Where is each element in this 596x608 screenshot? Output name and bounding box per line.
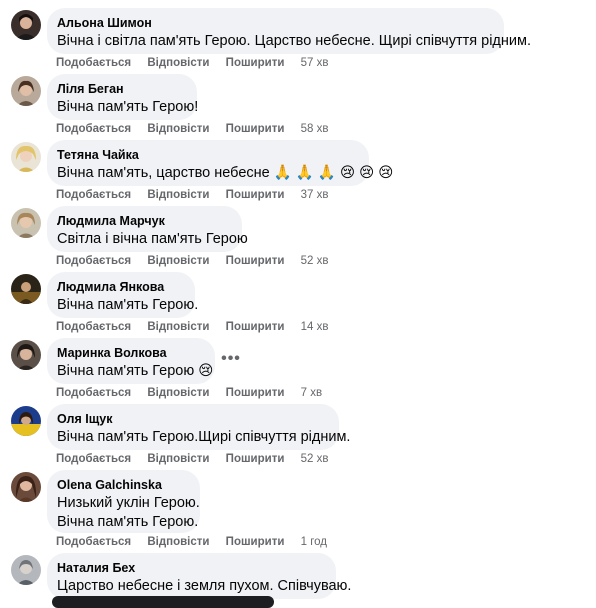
comment-author[interactable]: Людмила Марчук — [57, 213, 231, 229]
comment-bubble: Наталия Бех Царство небесне і земля пухо… — [47, 553, 352, 599]
avatar-gray-icon — [11, 555, 41, 585]
avatar-dark-hair-icon — [11, 10, 41, 40]
reply-button[interactable]: Відповісти — [147, 535, 209, 549]
avatar[interactable] — [11, 76, 41, 106]
like-button[interactable]: Подобається — [56, 320, 131, 334]
comment-timestamp[interactable]: 1 год — [301, 535, 327, 549]
reply-button[interactable]: Відповісти — [147, 452, 209, 466]
comment-text: Вічна пам'ять Герою! — [57, 99, 199, 115]
comment-author[interactable]: Ліля Беган — [57, 81, 186, 97]
comment-bubble: Людмила Марчук Світла і вічна пам'ять Ге… — [47, 206, 248, 252]
reply-button[interactable]: Відповісти — [147, 188, 209, 202]
like-button[interactable]: Подобається — [56, 254, 131, 268]
share-button[interactable]: Поширити — [226, 56, 285, 70]
comment-actions: Подобається Відповісти Поширити 57 хв — [56, 56, 328, 70]
comment-author[interactable]: Тетяна Чайка — [57, 147, 358, 163]
avatar[interactable] — [11, 555, 41, 585]
share-button[interactable]: Поширити — [226, 122, 285, 136]
reply-button[interactable]: Відповісти — [147, 122, 209, 136]
comment-actions: Подобається Відповісти Поширити 37 хв — [56, 188, 328, 202]
comment-text: Вічна пам'ять Герою. — [57, 297, 199, 313]
comment-bubble: Тетяна Чайка Вічна пам'ять, царство небе… — [47, 140, 394, 186]
comment-timestamp[interactable]: 7 хв — [301, 386, 322, 400]
comment-text: Вічна пам'ять Герою.Щирі співчуття рідни… — [57, 429, 351, 445]
comment-text: Світла і вічна пам'ять Герою — [57, 231, 248, 247]
comment-author[interactable]: Olena Galchinska — [57, 477, 189, 493]
like-button[interactable]: Подобається — [56, 535, 131, 549]
reply-button[interactable]: Відповісти — [147, 386, 209, 400]
avatar[interactable] — [11, 406, 41, 436]
comment-bubble: Маринка Волкова Вічна пам'ять Герою 😢 — [47, 338, 215, 384]
comment-actions: Подобається Відповісти Поширити 52 хв — [56, 452, 328, 466]
reply-button[interactable]: Відповісти — [147, 56, 209, 70]
avatar[interactable] — [11, 472, 41, 502]
comment-bubble: Olena Galchinska Низький уклін Герою. Ві… — [47, 470, 200, 533]
reply-button[interactable]: Відповісти — [147, 254, 209, 268]
comment-actions: Подобається Відповісти Поширити 1 год — [56, 535, 327, 549]
comment-bubble: Людмила Янкова Вічна пам'ять Герою. — [47, 272, 199, 318]
avatar[interactable] — [11, 340, 41, 370]
avatar-blue-flag-icon — [11, 406, 41, 436]
avatar-dark-hair-2-icon — [11, 340, 41, 370]
avatar[interactable] — [11, 10, 41, 40]
comment-bubble: Оля Іщук Вічна пам'ять Герою.Щирі співчу… — [47, 404, 351, 450]
like-button[interactable]: Подобається — [56, 56, 131, 70]
like-button[interactable]: Подобається — [56, 386, 131, 400]
share-button[interactable]: Поширити — [226, 386, 285, 400]
avatar-light-hair-icon — [11, 208, 41, 238]
comment-actions: Подобається Відповісти Поширити 52 хв — [56, 254, 328, 268]
like-button[interactable]: Подобається — [56, 452, 131, 466]
comment-text: Вічна і світла пам'ять Герою. Царство не… — [57, 33, 531, 49]
comment-actions: Подобається Відповісти Поширити 58 хв — [56, 122, 328, 136]
overlay-bar — [52, 596, 274, 608]
avatar-brown-hair-icon — [11, 76, 41, 106]
avatar-long-hair-icon — [11, 472, 41, 502]
comment-bubble: Ліля Беган Вічна пам'ять Герою! — [47, 74, 199, 120]
more-options-button[interactable]: ••• — [219, 351, 243, 372]
like-button[interactable]: Подобається — [56, 188, 131, 202]
share-button[interactable]: Поширити — [226, 254, 285, 268]
comment-text-line2: Вічна пам'ять Герою. — [57, 514, 199, 530]
avatar[interactable] — [11, 208, 41, 238]
comment-author[interactable]: Оля Іщук — [57, 411, 328, 427]
comment-author[interactable]: Людмила Янкова — [57, 279, 184, 295]
comment-actions: Подобається Відповісти Поширити 7 хв — [56, 386, 322, 400]
avatar[interactable] — [11, 274, 41, 304]
avatar-blonde-icon — [11, 142, 41, 172]
comment-author[interactable]: Наталия Бех — [57, 560, 325, 576]
comment-timestamp[interactable]: 52 хв — [301, 452, 329, 466]
comment-timestamp[interactable]: 52 хв — [301, 254, 329, 268]
comment-timestamp[interactable]: 14 хв — [301, 320, 329, 334]
comment-author[interactable]: Маринка Волкова — [57, 345, 204, 361]
comment-timestamp[interactable]: 58 хв — [301, 122, 329, 136]
comment-actions: Подобається Відповісти Поширити 14 хв — [56, 320, 328, 334]
avatar-dark-scene-icon — [11, 274, 41, 304]
comment-text: Низький уклін Герою. — [57, 495, 200, 511]
comment-text: Вічна пам'ять, царство небесне 🙏 🙏 🙏 😢 😢… — [57, 165, 394, 181]
comment-text: Царство небесне і земля пухом. Співчуваю… — [57, 578, 352, 594]
share-button[interactable]: Поширити — [226, 320, 285, 334]
reply-button[interactable]: Відповісти — [147, 320, 209, 334]
share-button[interactable]: Поширити — [226, 452, 285, 466]
share-button[interactable]: Поширити — [226, 188, 285, 202]
avatar[interactable] — [11, 142, 41, 172]
comment-bubble: Альона Шимон Вічна і світла пам'ять Геро… — [47, 8, 531, 54]
comment-author[interactable]: Альона Шимон — [57, 15, 493, 31]
comment-text: Вічна пам'ять Герою 😢 — [57, 363, 214, 379]
comment-timestamp[interactable]: 57 хв — [301, 56, 329, 70]
comment-timestamp[interactable]: 37 хв — [301, 188, 329, 202]
share-button[interactable]: Поширити — [226, 535, 285, 549]
like-button[interactable]: Подобається — [56, 122, 131, 136]
